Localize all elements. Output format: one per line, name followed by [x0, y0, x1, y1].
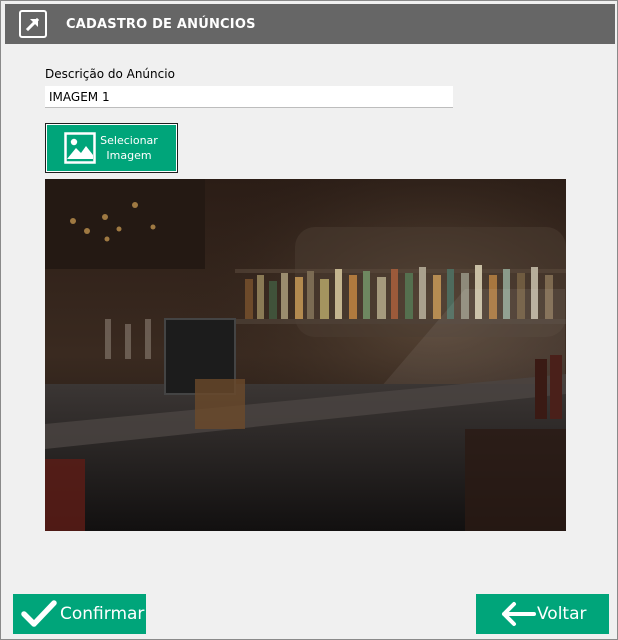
description-label: Descrição do Anúncio [45, 67, 175, 81]
ad-registration-window: CADASTRO DE ANÚNCIOS Descrição do Anúnci… [0, 0, 618, 640]
select-image-label-line1: Selecionar [100, 134, 158, 147]
confirm-label: Confirmar [60, 604, 145, 624]
arrow-logo-icon [19, 10, 47, 38]
select-image-label: Selecionar Imagem [98, 133, 160, 163]
image-preview [45, 179, 566, 531]
bar-interior-photo [45, 179, 566, 531]
description-input[interactable] [45, 86, 453, 108]
window-title: CADASTRO DE ANÚNCIOS [66, 16, 256, 32]
back-label: Voltar [537, 604, 587, 624]
select-image-label-line2: Imagem [106, 149, 152, 162]
arrow-left-icon [502, 602, 536, 626]
confirm-button[interactable]: Confirmar [13, 594, 146, 634]
image-icon [64, 132, 96, 164]
select-image-button[interactable]: Selecionar Imagem [45, 123, 178, 173]
checkmark-icon [21, 600, 57, 627]
title-bar: CADASTRO DE ANÚNCIOS [5, 4, 615, 44]
back-button[interactable]: Voltar [476, 594, 609, 634]
